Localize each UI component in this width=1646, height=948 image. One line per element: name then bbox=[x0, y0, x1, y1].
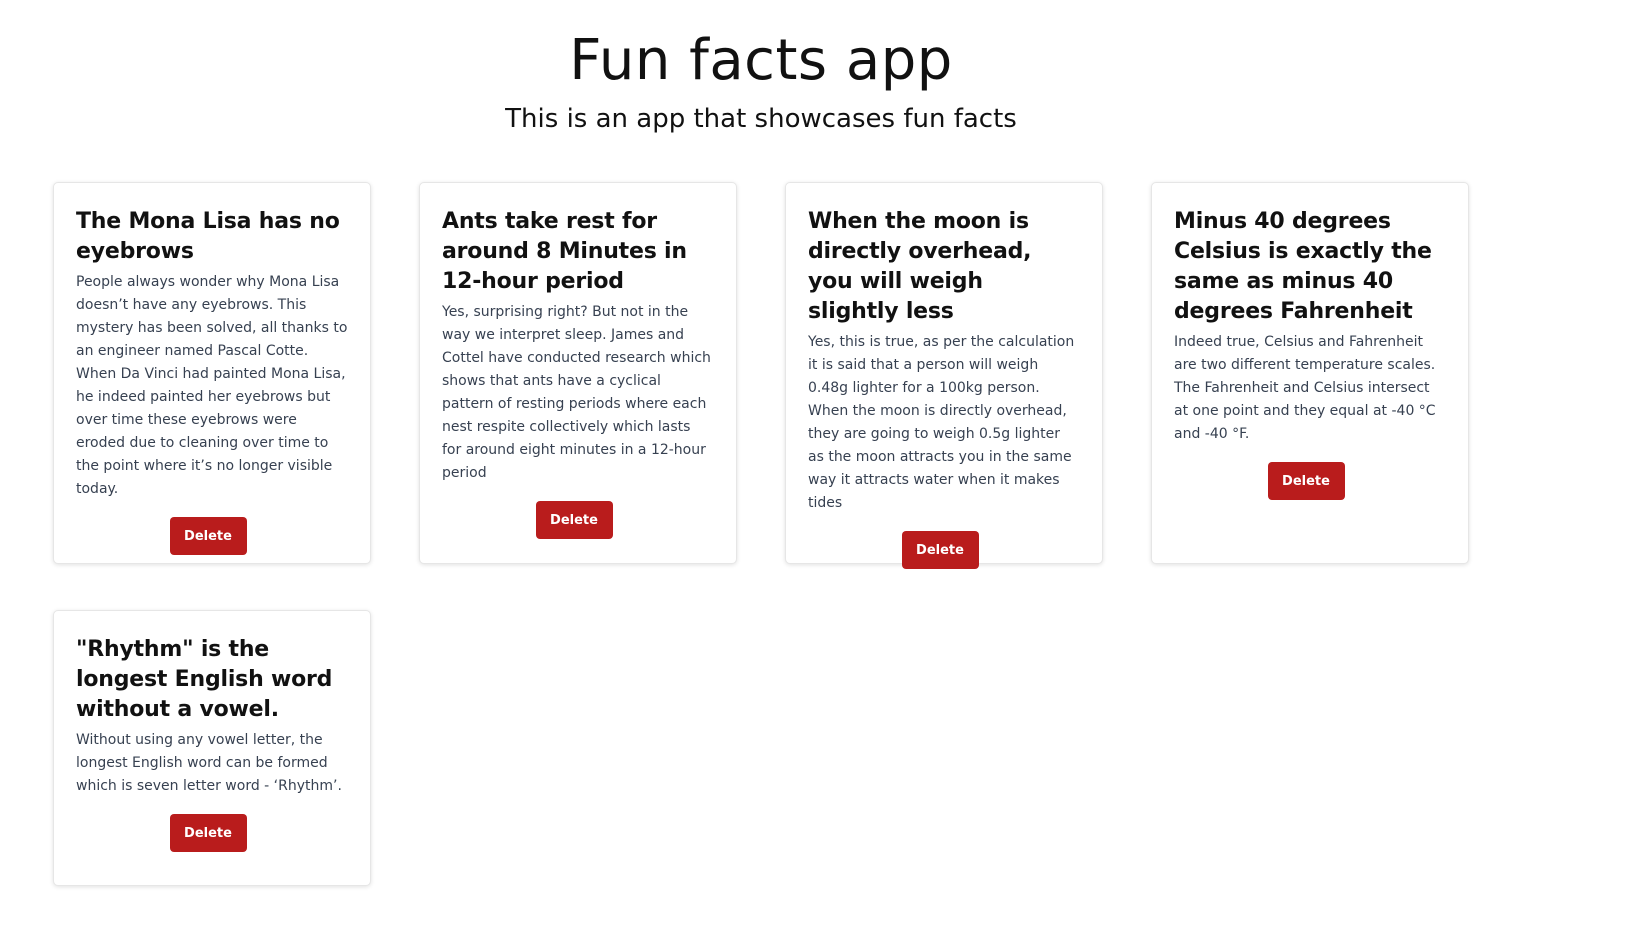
fact-description: People always wonder why Mona Lisa doesn… bbox=[76, 274, 348, 497]
delete-button[interactable]: Delete bbox=[1267, 462, 1345, 500]
delete-button[interactable]: Delete bbox=[535, 501, 613, 539]
fact-card: "Rhythm" is the longest English word wit… bbox=[53, 610, 371, 886]
fact-title: When the moon is directly overhead, you … bbox=[808, 209, 1032, 324]
fact-description: Indeed true, Celsius and Fahrenheit are … bbox=[1174, 334, 1436, 442]
fact-description: Yes, surprising right? But not in the wa… bbox=[442, 304, 711, 481]
fact-card: Minus 40 degrees Celsius is exactly the … bbox=[1151, 182, 1469, 564]
fact-card: Ants take rest for around 8 Minutes in 1… bbox=[419, 182, 737, 564]
fact-description: Yes, this is true, as per the calculatio… bbox=[808, 334, 1075, 511]
delete-button[interactable]: Delete bbox=[169, 814, 247, 852]
delete-button[interactable]: Delete bbox=[169, 517, 247, 555]
fact-card: When the moon is directly overhead, you … bbox=[785, 182, 1103, 569]
fact-description: Without using any vowel letter, the long… bbox=[76, 732, 342, 794]
fact-title: Ants take rest for around 8 Minutes in 1… bbox=[442, 209, 687, 294]
fact-card: The Mona Lisa has no eyebrows People alw… bbox=[53, 182, 371, 564]
fact-title: Minus 40 degrees Celsius is exactly the … bbox=[1174, 209, 1432, 324]
page-subtitle: This is an app that showcases fun facts bbox=[505, 104, 1017, 134]
page-title: Fun facts app bbox=[569, 28, 953, 93]
fact-title: "Rhythm" is the longest English word wit… bbox=[76, 637, 333, 722]
delete-button[interactable]: Delete bbox=[901, 531, 979, 569]
fact-title: The Mona Lisa has no eyebrows bbox=[76, 209, 340, 264]
